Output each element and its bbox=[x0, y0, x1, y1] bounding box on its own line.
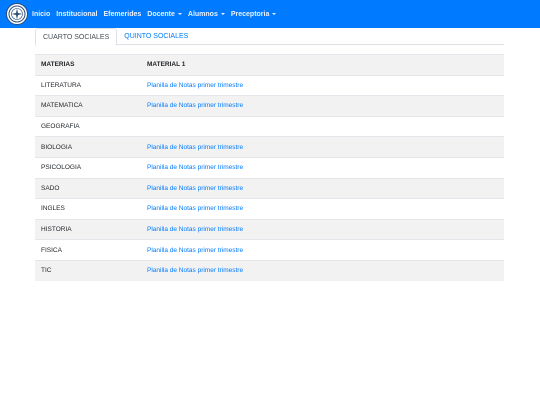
nav-item-label: Docente bbox=[147, 10, 175, 18]
subjects-table: MATERIAS MATERIAL 1 LITERATURA Planilla d… bbox=[35, 54, 504, 282]
nav-item-inicio[interactable]: Inicio bbox=[32, 11, 50, 18]
grades-sheet-link[interactable]: Planilla de Notas primer trimestre bbox=[147, 185, 243, 192]
subject-name: GEOGRAFIA bbox=[35, 115, 141, 137]
subject-name: INGLES bbox=[35, 198, 141, 220]
school-seal-icon[interactable] bbox=[6, 3, 28, 25]
nav-item-docente[interactable]: Docente bbox=[147, 11, 182, 18]
table-row: INGLES Planilla de Notas primer trimestre bbox=[35, 198, 504, 220]
material-cell: Planilla de Notas primer trimestre bbox=[141, 74, 504, 96]
table-row: MATEMATICA Planilla de Notas primer trime… bbox=[35, 95, 504, 117]
caret-down-icon bbox=[220, 13, 225, 15]
subject-name: PSICOLOGIA bbox=[35, 156, 141, 179]
nav-item-label: Efemerides bbox=[103, 10, 142, 18]
table-row: LITERATURA Planilla de Notas primer trime… bbox=[35, 74, 504, 96]
material-cell: Planilla de Notas primer trimestre bbox=[141, 259, 504, 282]
top-navbar: Inicio Institucional Efemerides Docente Alum… bbox=[0, 0, 540, 28]
course-tabs: CUARTO SOCIALES QUINTO SOCIALES bbox=[35, 28, 504, 46]
subject-name: SADO bbox=[35, 177, 141, 199]
nav-item-institucional[interactable]: Institucional bbox=[56, 11, 97, 18]
grades-sheet-link[interactable]: Planilla de Notas primer trimestre bbox=[147, 226, 243, 233]
tab-cuarto-sociales[interactable]: CUARTO SOCIALES bbox=[35, 28, 118, 46]
nav-item-label: Institucional bbox=[56, 10, 98, 18]
nav-item-label: Inicio bbox=[32, 10, 51, 18]
subject-name: TIC bbox=[35, 259, 141, 282]
caret-down-icon bbox=[177, 13, 182, 15]
material-cell: Planilla de Notas primer trimestre bbox=[141, 239, 504, 261]
grades-sheet-link[interactable]: Planilla de Notas primer trimestre bbox=[147, 267, 243, 274]
table-row: PSICOLOGIA Planilla de Notas primer trime… bbox=[35, 156, 504, 179]
material-cell: Planilla de Notas primer trimestre bbox=[141, 177, 504, 199]
subject-name: LITERATURA bbox=[35, 74, 141, 96]
column-header-materias: MATERIAS bbox=[35, 54, 141, 76]
nav-item-label: Alumnos bbox=[187, 10, 218, 18]
material-cell: Planilla de Notas primer trimestre bbox=[141, 218, 504, 240]
material-cell bbox=[141, 115, 504, 137]
grades-sheet-link[interactable]: Planilla de Notas primer trimestre bbox=[147, 82, 243, 89]
table-row: GEOGRAFIA bbox=[35, 115, 504, 137]
nav-menu: Inicio Institucional Efemerides Docente Alum… bbox=[32, 0, 282, 28]
material-cell: Planilla de Notas primer trimestre bbox=[141, 136, 504, 158]
table-row: FISICA Planilla de Notas primer trimestre bbox=[35, 239, 504, 261]
nav-item-alumnos[interactable]: Alumnos bbox=[188, 11, 225, 18]
subject-name: FISICA bbox=[35, 239, 141, 261]
nav-item-efemerides[interactable]: Efemerides bbox=[104, 11, 142, 18]
grades-sheet-link[interactable]: Planilla de Notas primer trimestre bbox=[147, 205, 243, 212]
column-header-material-1: MATERIAL 1 bbox=[141, 54, 504, 76]
grades-sheet-link[interactable]: Planilla de Notas primer trimestre bbox=[147, 144, 243, 151]
table-row: SADO Planilla de Notas primer trimestre bbox=[35, 177, 504, 199]
material-cell: Planilla de Notas primer trimestre bbox=[141, 95, 504, 117]
subject-name: BIOLOGIA bbox=[35, 136, 141, 158]
tab-quinto-sociales[interactable]: QUINTO SOCIALES bbox=[117, 28, 195, 45]
caret-down-icon bbox=[272, 13, 277, 15]
nav-item-preceptoria[interactable]: Preceptoria bbox=[231, 11, 277, 18]
material-cell: Planilla de Notas primer trimestre bbox=[141, 198, 504, 220]
subject-name: HISTORIA bbox=[35, 218, 141, 240]
nav-item-label: Preceptoria bbox=[230, 10, 270, 18]
grades-sheet-link[interactable]: Planilla de Notas primer trimestre bbox=[147, 164, 243, 171]
material-cell: Planilla de Notas primer trimestre bbox=[141, 156, 504, 179]
table-row: BIOLOGIA Planilla de Notas primer trimest… bbox=[35, 136, 504, 158]
table-row: HISTORIA Planilla de Notas primer trimest… bbox=[35, 218, 504, 240]
subject-name: MATEMATICA bbox=[35, 95, 141, 117]
grades-sheet-link[interactable]: Planilla de Notas primer trimestre bbox=[147, 247, 243, 254]
grades-sheet-link[interactable]: Planilla de Notas primer trimestre bbox=[147, 102, 243, 109]
table-row: TIC Planilla de Notas primer trimestre bbox=[35, 259, 504, 282]
table-header-row: MATERIAS MATERIAL 1 bbox=[35, 54, 504, 76]
